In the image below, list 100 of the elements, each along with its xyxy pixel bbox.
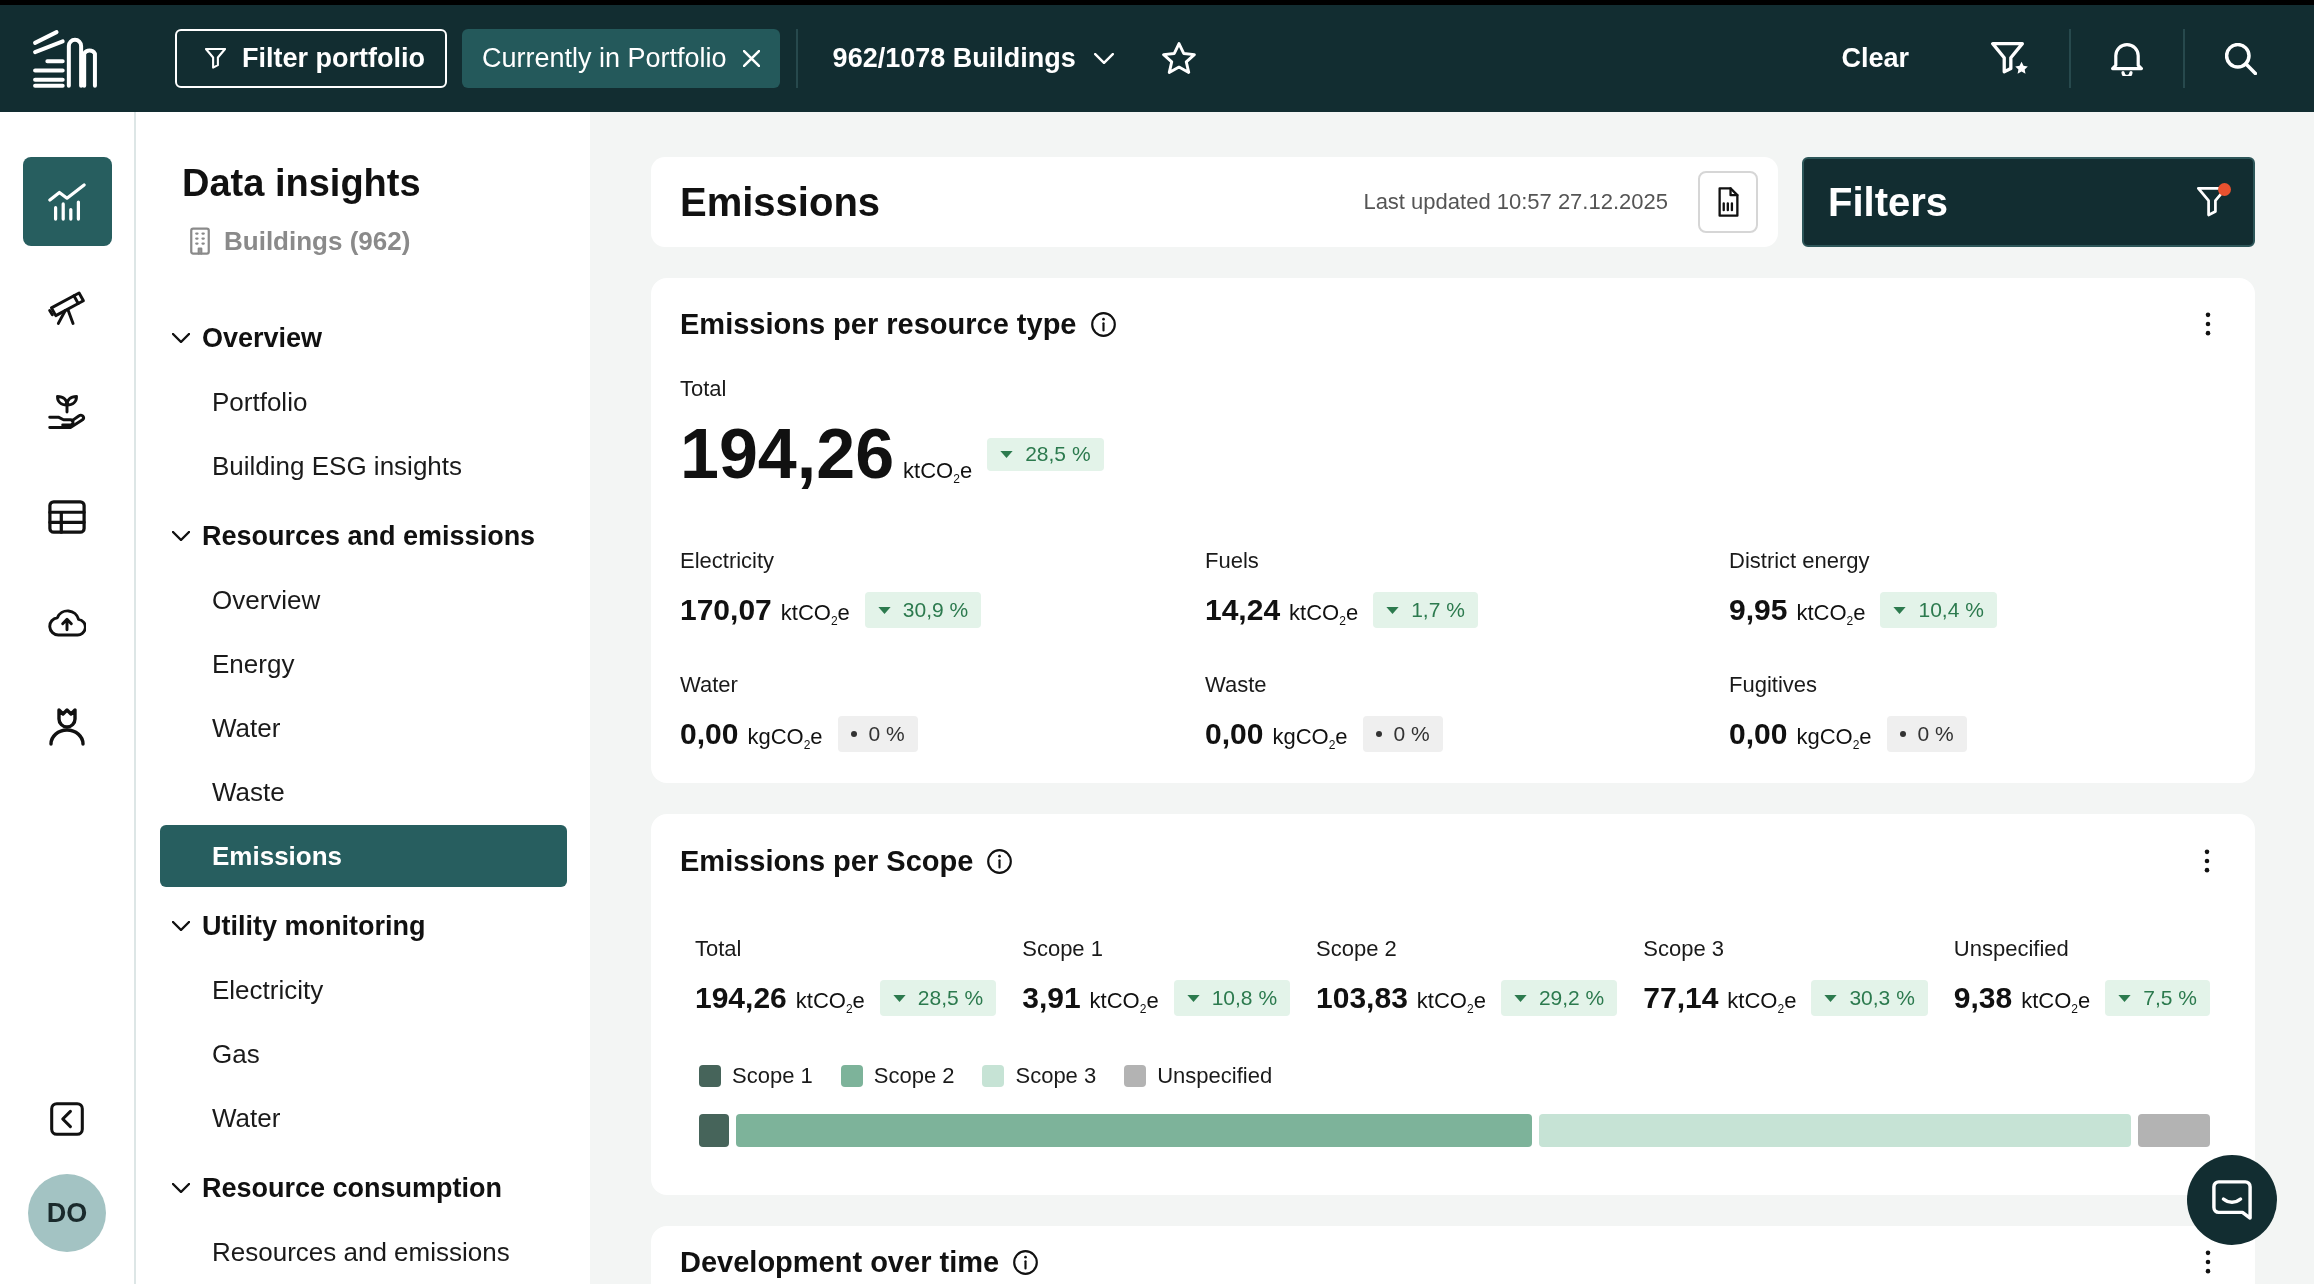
triangle-down-icon [1824,994,1838,1002]
legend-label: Scope 2 [873,1062,955,1090]
nav-link[interactable]: Building ESG insights [160,435,567,497]
change-percent: 1,7 % [1411,598,1465,622]
metric-label: Scope 1 [1022,935,1103,963]
chat-icon [2212,1180,2252,1220]
buildings-dropdown[interactable]: 962/1078 Buildings [832,33,1114,84]
unit-label: ktCO$_{2}$e [1416,988,1486,1014]
nav-link[interactable]: Water [160,1087,567,1149]
unit-label: kgCO$_{2}$e [747,724,823,750]
nav-link[interactable]: Gas [160,1023,567,1085]
metric-label: Waste [1205,671,1267,699]
nav-link[interactable]: Waste [160,761,567,823]
filter-portfolio-button[interactable]: Filter portfolio [175,29,447,88]
metric-label: Scope 3 [1643,935,1724,963]
metric-value: 77,14 [1643,980,1719,1016]
info-icon[interactable] [1090,311,1116,337]
metric-value: 0,00 [680,716,739,752]
metric-value: 170,07 [680,592,772,628]
metric-label: Total [695,935,742,963]
metric-label: Electricity [680,547,775,575]
filter-icon [205,48,226,69]
page-title: Emissions [680,179,881,225]
chevron-down-icon [1093,53,1114,64]
legend-label: Unspecified [1157,1062,1273,1090]
vertical-dots-icon[interactable] [2204,849,2210,873]
star-icon[interactable] [1161,41,1196,76]
change-percent: 10,8 % [1211,986,1278,1010]
nav-link[interactable]: Resources and emissions [160,1221,567,1283]
filters-button[interactable]: Filters [1802,157,2255,247]
nav-group-toggle[interactable]: Utility monitoring [160,895,567,957]
triangle-down-icon [1000,450,1014,458]
seedling-hand-icon [48,392,86,431]
metric-label: Water [680,671,738,699]
change-percent: 0 % [1393,722,1430,746]
metric-label: Fugitives [1729,671,1818,699]
nav-link[interactable]: Portfolio [160,371,567,433]
document-icon [1717,187,1739,217]
metric-label: District energy [1729,547,1870,575]
unit-label: ktCO$_{2}$e [780,600,850,626]
triangle-down-icon [877,606,891,614]
metric-value: 0,00 [1729,716,1788,752]
metric-value: 0,00 [1205,716,1264,752]
logo-icon[interactable] [32,28,98,89]
triangle-down-icon [2118,994,2132,1002]
buildings-count: Buildings (962) [224,225,411,258]
close-icon [742,50,760,67]
dot-icon [1375,731,1382,737]
unit-label: ktCO$_{2}$e [2021,988,2091,1014]
nav-group-toggle[interactable]: Resource consumption [160,1157,567,1219]
vertical-dots-icon[interactable] [2205,1250,2211,1274]
user-avatar[interactable]: DO [28,1174,106,1252]
clear-button[interactable]: Clear [1841,33,1909,84]
panel-title: Data insights [182,161,421,206]
unit-label: kgCO$_{2}$e [1272,724,1348,750]
dot-icon [1899,731,1906,737]
nav-group-toggle[interactable]: Overview [160,307,567,369]
vertical-dots-icon[interactable] [2205,312,2211,336]
metric-value: 194,26 [680,414,895,494]
pdf-export-button[interactable] [1698,171,1758,233]
info-icon[interactable] [1013,1249,1039,1275]
unit-label: ktCO$_{2}$e [1796,600,1866,626]
change-percent: 7,5 % [2143,986,2197,1010]
filter-chip[interactable]: Currently in Portfolio [462,29,780,88]
metric-label: Unspecified [1953,935,2069,963]
change-percent: 0 % [1917,722,1954,746]
legend-label: Scope 3 [1015,1062,1097,1090]
nav-link[interactable]: Electricity [160,959,567,1021]
metric-value: 194,26 [695,980,787,1016]
unit-label: kgCO$_{2}$e [1796,724,1872,750]
nav-link[interactable]: Overview [160,569,567,631]
nav-link[interactable]: Water [160,697,567,759]
rail-button[interactable] [22,157,112,246]
card-title: Development over time [680,1245,1000,1280]
chevron-square-icon[interactable] [50,1102,84,1136]
nav-group-toggle[interactable]: Resources and emissions [160,505,567,567]
dot-icon [850,731,857,737]
metric-value: 3,91 [1022,980,1081,1016]
change-percent: 30,9 % [902,598,969,622]
bell-icon[interactable] [2111,41,2143,76]
metric-label: Fuels [1205,547,1259,575]
metric-value: 14,24 [1205,592,1281,628]
last-updated-text: Last updated 10:57 27.12.2025 [1363,189,1668,215]
nav-link[interactable]: Energy [160,633,567,695]
triangle-down-icon [1386,606,1400,614]
info-icon[interactable] [987,848,1013,874]
triangle-down-icon [1186,994,1200,1002]
unit-label: ktCO$_{2}$e [1727,988,1797,1014]
unit-label: ktCO$_{2}$e [1089,988,1159,1014]
unit-label: ktCO$_{2}$e [903,458,973,484]
search-icon[interactable] [2225,42,2257,75]
nav-link[interactable]: Emissions [160,825,567,887]
building-icon [190,227,210,255]
change-percent: 10,4 % [1918,598,1984,622]
filter-star-icon[interactable] [1991,42,2029,75]
change-percent: 30,3 % [1849,986,1915,1010]
unit-label: ktCO$_{2}$e [1289,600,1359,626]
change-percent: 0 % [868,722,905,746]
person-icon [48,707,86,746]
change-percent: 29,2 % [1538,986,1605,1010]
